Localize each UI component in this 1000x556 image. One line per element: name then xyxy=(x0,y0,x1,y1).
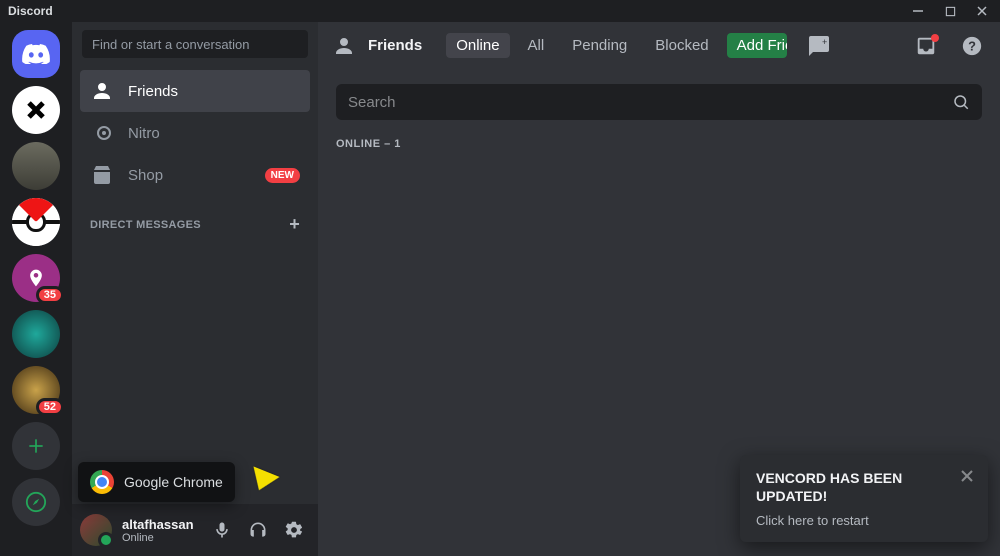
tab-pending[interactable]: Pending xyxy=(562,33,637,58)
deafen-button[interactable] xyxy=(242,514,274,546)
server-6[interactable]: 52 xyxy=(12,366,60,414)
top-header: Friends Online All Pending Blocked Add F… xyxy=(318,22,1000,70)
nav-nitro[interactable]: Nitro xyxy=(80,112,310,154)
toast-close-button[interactable] xyxy=(956,465,978,487)
help-button[interactable]: ? xyxy=(958,32,986,60)
notification-dot xyxy=(931,34,939,42)
dm-header: DIRECT MESSAGES + xyxy=(72,200,318,241)
add-server-button[interactable] xyxy=(12,422,60,470)
user-settings-button[interactable] xyxy=(278,514,310,546)
title-bar: Discord xyxy=(0,0,1000,22)
chat-plus-icon: + xyxy=(807,34,831,58)
header-title: Friends xyxy=(368,37,422,54)
maximize-button[interactable] xyxy=(936,2,964,20)
compass-icon xyxy=(25,491,47,513)
server-badge: 35 xyxy=(36,286,64,304)
search-icon xyxy=(952,93,970,111)
tab-blocked[interactable]: Blocked xyxy=(645,33,718,58)
toast-restart-link[interactable]: Click here to restart xyxy=(756,513,972,528)
app-name: Discord xyxy=(8,4,53,18)
server-5[interactable] xyxy=(12,310,60,358)
chrome-icon xyxy=(90,470,114,494)
inbox-button[interactable] xyxy=(912,32,940,60)
find-conversation-placeholder: Find or start a conversation xyxy=(92,37,250,52)
user-avatar[interactable] xyxy=(80,514,112,546)
search-input[interactable] xyxy=(348,94,952,111)
headphones-icon xyxy=(248,520,268,540)
nitro-icon xyxy=(90,121,114,145)
find-conversation-button[interactable]: Find or start a conversation xyxy=(82,30,308,58)
new-group-dm-button[interactable]: + xyxy=(805,32,833,60)
explore-servers-button[interactable] xyxy=(12,478,60,526)
server-4[interactable]: 35 xyxy=(12,254,60,302)
friends-icon xyxy=(332,34,356,58)
minimize-button[interactable] xyxy=(904,2,932,20)
microphone-icon xyxy=(212,520,232,540)
running-app-name: Google Chrome xyxy=(124,474,223,490)
toast-title: VENCORD HAS BEEN UPDATED! xyxy=(756,469,972,505)
server-badge: 52 xyxy=(36,398,64,416)
server-1[interactable] xyxy=(12,86,60,134)
server-3[interactable] xyxy=(12,198,60,246)
dm-header-label: DIRECT MESSAGES xyxy=(90,219,201,231)
new-badge: NEW xyxy=(265,168,300,183)
help-icon: ? xyxy=(961,35,983,57)
server-icon xyxy=(21,95,51,125)
nav-label: Friends xyxy=(128,83,178,100)
create-dm-button[interactable]: + xyxy=(289,214,300,235)
server-2[interactable] xyxy=(12,142,60,190)
guild-rail: 35 52 xyxy=(0,22,72,556)
friends-icon xyxy=(90,79,114,103)
nav-label: Shop xyxy=(128,167,163,184)
close-icon xyxy=(959,468,975,484)
mute-button[interactable] xyxy=(206,514,238,546)
user-info[interactable]: altafhassan Online xyxy=(122,517,202,544)
home-button[interactable] xyxy=(12,30,60,78)
user-status: Online xyxy=(122,532,202,544)
shop-icon xyxy=(90,163,114,187)
online-section-label: ONLINE – 1 xyxy=(336,138,982,150)
nav-label: Nitro xyxy=(128,125,160,142)
nav-shop[interactable]: Shop NEW xyxy=(80,154,310,196)
tab-all[interactable]: All xyxy=(518,33,555,58)
close-window-button[interactable] xyxy=(968,2,996,20)
tab-online[interactable]: Online xyxy=(446,33,509,58)
svg-text:+: + xyxy=(822,37,827,47)
svg-text:?: ? xyxy=(968,38,976,53)
add-friend-button[interactable]: Add Friend xyxy=(727,33,787,58)
user-panel: altafhassan Online xyxy=(72,504,318,556)
user-name: altafhassan xyxy=(122,517,202,532)
discord-logo-icon xyxy=(22,44,50,64)
plus-icon xyxy=(26,436,46,456)
running-app-card[interactable]: Google Chrome xyxy=(78,462,235,502)
window-controls xyxy=(904,2,996,20)
update-toast: VENCORD HAS BEEN UPDATED! Click here to … xyxy=(740,455,988,542)
friends-search[interactable] xyxy=(336,84,982,120)
nav-friends[interactable]: Friends xyxy=(80,70,310,112)
server-icon xyxy=(26,268,46,288)
gear-icon xyxy=(284,520,304,540)
